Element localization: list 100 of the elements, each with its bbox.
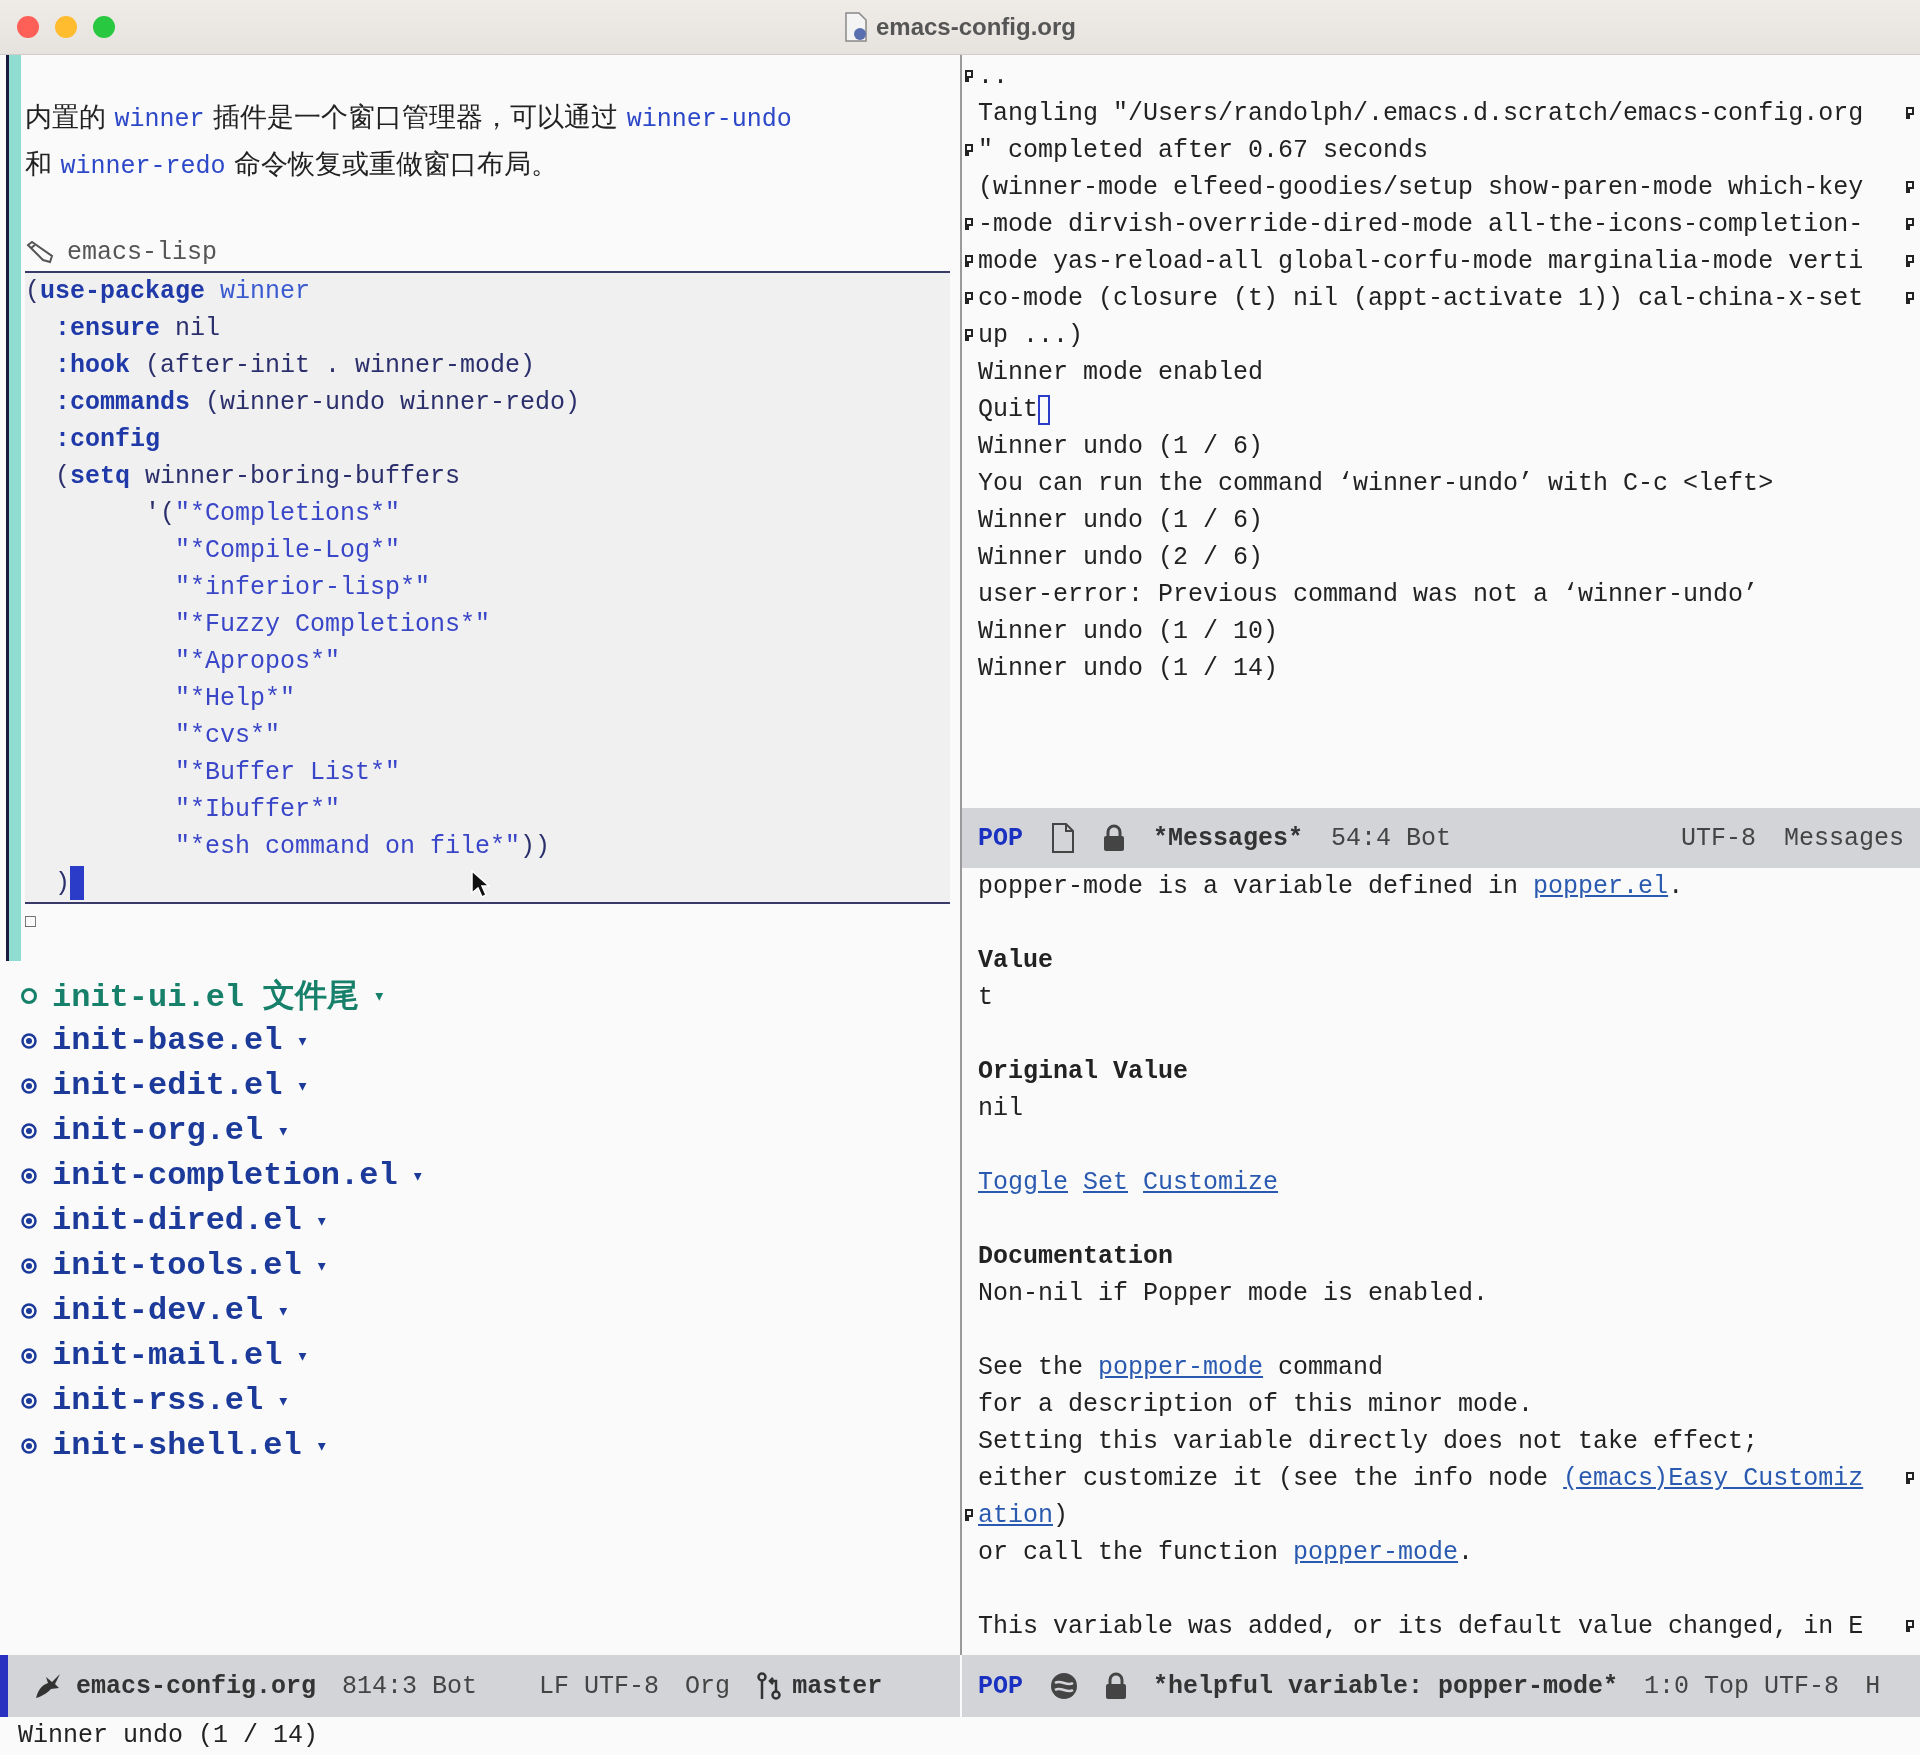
fold-indicator[interactable]: ▾ bbox=[373, 983, 386, 1008]
text-cursor bbox=[1038, 394, 1050, 425]
section-heading: Original Value bbox=[978, 1057, 1189, 1086]
outline-heading[interactable]: init-completion.el bbox=[52, 1157, 398, 1194]
file-icon bbox=[1051, 823, 1075, 853]
cursor-position: 814:3 Bot bbox=[342, 1671, 478, 1701]
major-mode-label: Org bbox=[685, 1671, 731, 1701]
section-heading: Documentation bbox=[978, 1242, 1174, 1271]
outline-heading[interactable]: init-ui.el 文件尾 bbox=[52, 973, 360, 1018]
lock-icon bbox=[1103, 824, 1125, 852]
code-line: (use-package winner bbox=[25, 276, 311, 308]
fold-indicator[interactable]: ▾ bbox=[296, 1028, 309, 1053]
help-link[interactable]: (emacs)Easy Customiz bbox=[1563, 1464, 1864, 1493]
outline-heading[interactable]: init-mail.el bbox=[52, 1337, 283, 1374]
help-text: or call the function popper-mode. bbox=[978, 1538, 1474, 1567]
help-text: t bbox=[978, 983, 993, 1012]
message-line: .. bbox=[978, 62, 1008, 91]
close-button[interactable] bbox=[17, 16, 39, 38]
minimize-button[interactable] bbox=[55, 16, 77, 38]
fold-indicator[interactable]: ▾ bbox=[277, 1388, 290, 1413]
help-text: for a description of this minor mode. bbox=[978, 1390, 1534, 1419]
action-link[interactable]: Customize bbox=[1143, 1168, 1279, 1197]
zoom-button[interactable] bbox=[93, 16, 115, 38]
help-text: ation) bbox=[978, 1501, 1069, 1530]
message-line: user-error: Previous command was not a ‘winner-undo’ bbox=[978, 580, 1759, 609]
message-line: Winner undo (1 / 6) bbox=[978, 506, 1264, 535]
fold-indicator[interactable]: ▾ bbox=[315, 1253, 328, 1278]
lock-icon bbox=[1105, 1672, 1127, 1700]
code-line: "*cvs*" bbox=[174, 720, 281, 752]
branch-icon bbox=[756, 1671, 783, 1701]
wrap-icon bbox=[964, 327, 975, 343]
window-title: emacs-config.org bbox=[875, 13, 1076, 41]
help-text: nil bbox=[978, 1094, 1023, 1123]
message-line: " completed after 0.67 seconds bbox=[978, 136, 1429, 165]
bullet-icon bbox=[20, 1121, 38, 1140]
paragraph: 内置的 winner 插件是一个窗口管理器，可以通过 winner-undo 和 winner-redo 命令恢复或重做窗口布局。 bbox=[25, 100, 793, 183]
outline-heading[interactable]: init-shell.el bbox=[52, 1427, 302, 1464]
popup-tag: POP bbox=[978, 1671, 1023, 1701]
code-line: "*esh command on file*")) bbox=[174, 831, 551, 863]
major-mode-label: Messages bbox=[1783, 823, 1904, 853]
code-line: '("*Completions*" bbox=[144, 498, 401, 530]
help-link[interactable]: popper.el bbox=[1533, 872, 1669, 901]
bullet-icon bbox=[20, 1256, 38, 1275]
message-line: (winner-mode elfeed-goodies/setup show-paren-mode which-key bbox=[978, 173, 1864, 202]
code-line: :commands (winner-undo winner-redo) bbox=[54, 387, 581, 419]
outline-heading[interactable]: init-rss.el bbox=[52, 1382, 264, 1419]
message-line: -mode dirvish-override-dired-mode all-the-icons-completion- bbox=[978, 210, 1864, 239]
help-link[interactable]: popper-mode bbox=[1293, 1538, 1459, 1567]
action-link[interactable]: Toggle bbox=[978, 1168, 1068, 1197]
wrap-icon bbox=[1905, 1618, 1916, 1634]
encoding-label: UTF-8 bbox=[1680, 823, 1756, 853]
section-heading: Value bbox=[978, 946, 1053, 975]
bullet-icon bbox=[20, 1436, 38, 1455]
wrap-icon bbox=[1905, 216, 1916, 232]
wrap-icon bbox=[964, 253, 975, 269]
mode-line-text: H bbox=[1865, 1671, 1881, 1701]
fold-indicator[interactable]: ▾ bbox=[315, 1433, 328, 1458]
help-text: See the popper-mode command bbox=[978, 1353, 1384, 1382]
message-line: You can run the command ‘winner-undo’ with C-c <left> bbox=[978, 469, 1774, 498]
message-line: Tangling "/Users/randolph/.emacs.d.scratch/emacs-config.org bbox=[978, 99, 1864, 128]
help-link[interactable]: ation bbox=[978, 1501, 1053, 1530]
buffer-name: *Messages* bbox=[1153, 823, 1304, 853]
bullet-icon bbox=[20, 1301, 38, 1320]
language-label: emacs-lisp bbox=[67, 238, 218, 267]
bullet-icon bbox=[20, 1076, 38, 1095]
wrap-icon bbox=[964, 290, 975, 306]
fold-indicator[interactable]: ▾ bbox=[315, 1208, 328, 1233]
outline-heading[interactable]: init-base.el bbox=[52, 1022, 283, 1059]
outline-heading[interactable]: init-edit.el bbox=[52, 1067, 283, 1104]
bullet-icon bbox=[20, 1391, 38, 1410]
buffer-name: *helpful variable: popper-mode* bbox=[1153, 1671, 1619, 1701]
wrap-icon bbox=[1905, 253, 1916, 269]
circle-bullet-icon bbox=[20, 986, 38, 1005]
end-marker: □ bbox=[25, 912, 36, 932]
fold-indicator[interactable]: ▾ bbox=[296, 1073, 309, 1098]
outline-heading[interactable]: init-tools.el bbox=[52, 1247, 302, 1284]
message-line: mode yas-reload-all global-corfu-mode marginalia-mode verti bbox=[978, 247, 1864, 276]
code-line: "*Ibuffer*" bbox=[174, 794, 341, 826]
message-line: co-mode (closure (t) nil (appt-activate 1)) cal-china-x-set bbox=[978, 284, 1864, 313]
bullet-icon bbox=[20, 1211, 38, 1230]
code-line: "*Buffer List*" bbox=[174, 757, 401, 789]
outline-heading[interactable]: init-org.el bbox=[52, 1112, 264, 1149]
wrap-icon bbox=[1905, 290, 1916, 306]
message-line: Winner undo (1 / 14) bbox=[978, 654, 1279, 683]
fold-indicator[interactable]: ▾ bbox=[277, 1298, 290, 1323]
pointer-icon bbox=[470, 869, 490, 899]
fold-indicator[interactable]: ▾ bbox=[296, 1343, 309, 1368]
message-line: Winner mode enabled bbox=[978, 358, 1264, 387]
code-line: "*Compile-Log*" bbox=[174, 535, 401, 567]
action-link[interactable]: Set bbox=[1083, 1168, 1129, 1197]
message-line: Quit bbox=[978, 395, 1038, 424]
message-line: Winner undo (2 / 6) bbox=[978, 543, 1264, 572]
bullet-icon bbox=[20, 1031, 38, 1050]
wrap-icon bbox=[1905, 105, 1916, 121]
code-line: "*Help*" bbox=[174, 683, 296, 715]
help-link[interactable]: popper-mode bbox=[1098, 1353, 1264, 1382]
outline-heading[interactable]: init-dired.el bbox=[52, 1202, 302, 1239]
outline-heading[interactable]: init-dev.el bbox=[52, 1292, 264, 1329]
fold-indicator[interactable]: ▾ bbox=[277, 1118, 290, 1143]
fold-indicator[interactable]: ▾ bbox=[411, 1163, 424, 1188]
